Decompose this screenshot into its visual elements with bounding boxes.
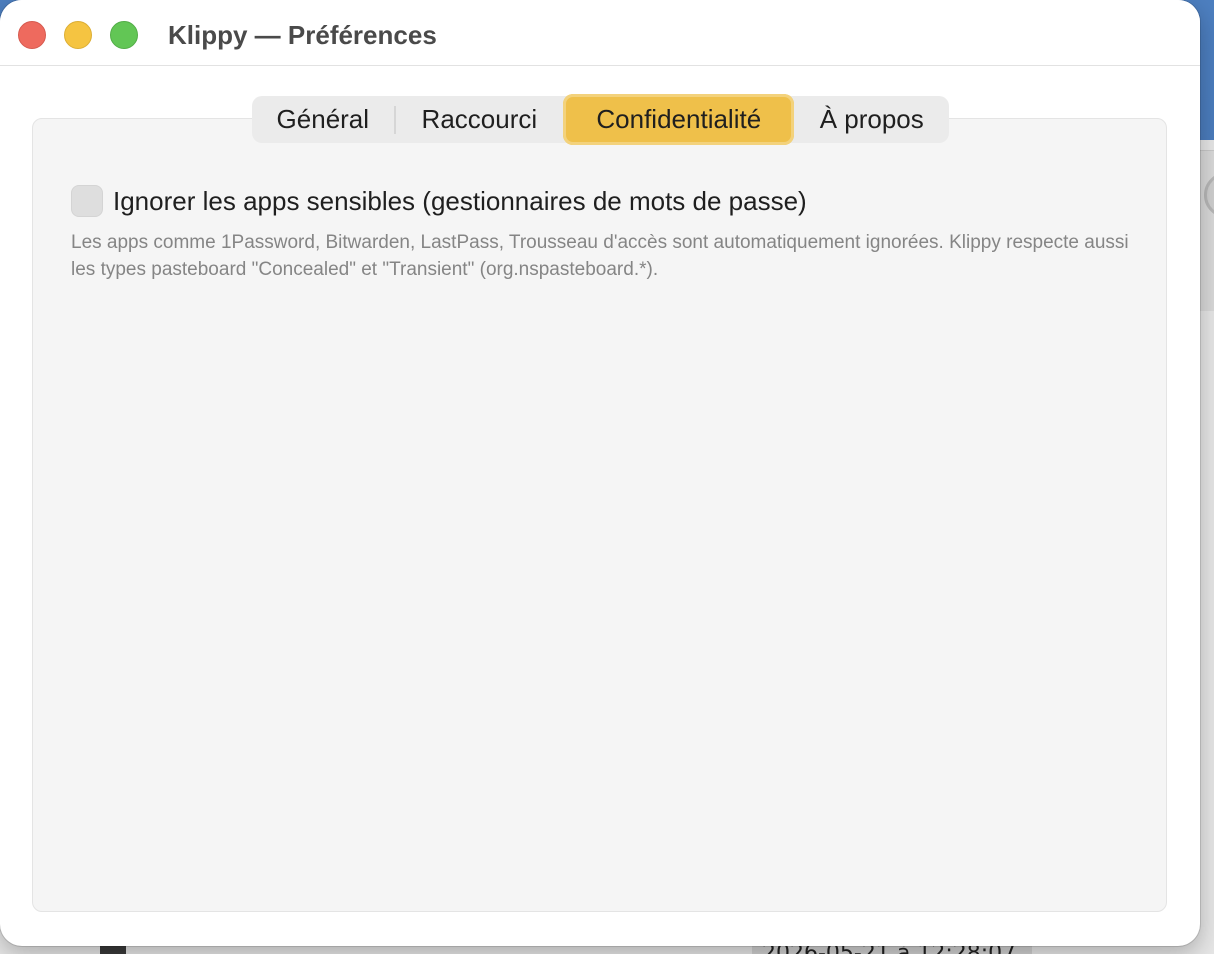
window-title: Klippy — Préférences xyxy=(168,20,437,50)
tab-raccourci-label: Raccourci xyxy=(421,104,538,134)
tab-a-propos-label: À propos xyxy=(819,104,924,134)
tab-confidentialite[interactable]: Confidentialité xyxy=(563,94,795,145)
zoom-icon[interactable] xyxy=(110,21,138,49)
ignore-sensitive-apps-row: Ignorer les apps sensibles (gestionnaire… xyxy=(71,185,807,217)
tab-confidentialite-label: Confidentialité xyxy=(596,104,762,134)
ignore-sensitive-apps-checkbox[interactable] xyxy=(71,185,103,217)
ignore-sensitive-apps-label[interactable]: Ignorer les apps sensibles (gestionnaire… xyxy=(113,186,807,217)
close-icon[interactable] xyxy=(18,21,46,49)
tab-general-label: Général xyxy=(276,104,370,134)
preferences-window: Klippy — Préférences Général Raccourci C… xyxy=(0,0,1200,946)
tab-raccourci[interactable]: Raccourci xyxy=(396,96,564,143)
tab-a-propos[interactable]: À propos xyxy=(794,96,949,143)
minimize-icon[interactable] xyxy=(64,21,92,49)
title-bar[interactable]: Klippy — Préférences xyxy=(0,0,1200,66)
tab-general[interactable]: Général xyxy=(252,96,394,143)
privacy-help-text: Les apps comme 1Password, Bitwarden, Las… xyxy=(71,232,1129,280)
tab-bar: Général Raccourci Confidentialité À prop… xyxy=(252,94,949,145)
